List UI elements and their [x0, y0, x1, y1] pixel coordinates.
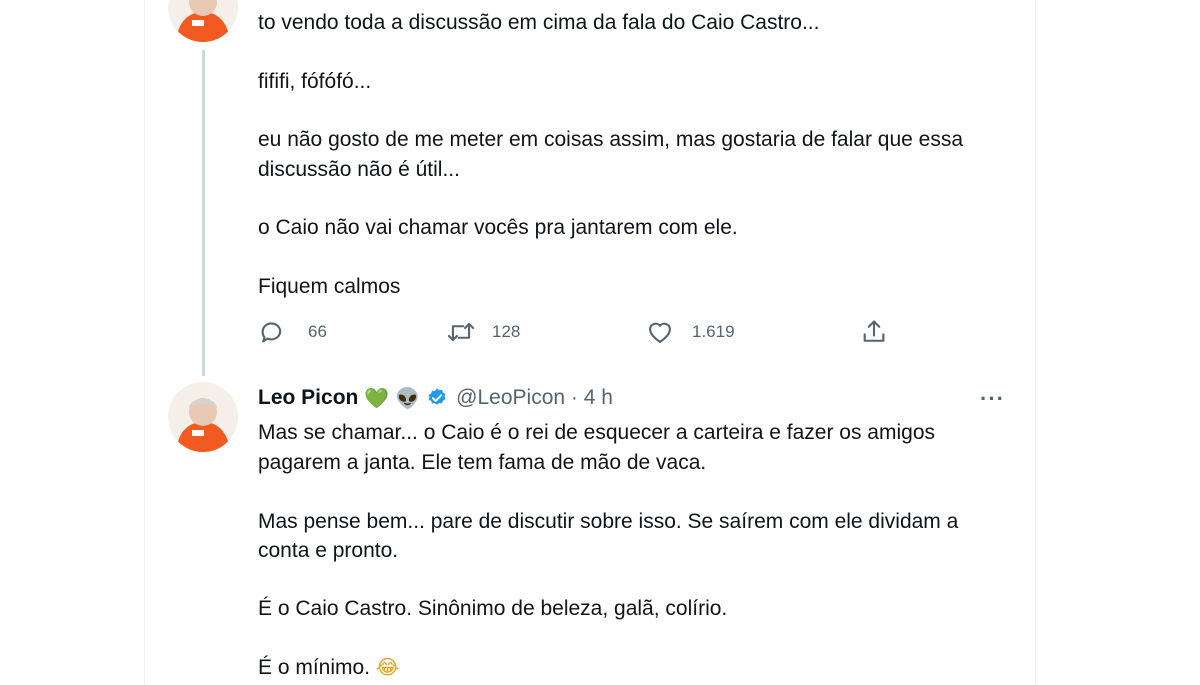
retweet-button[interactable]: 128: [446, 318, 520, 346]
retweet-count: 128: [492, 322, 521, 341]
author-avatar[interactable]: [168, 382, 238, 452]
reply-icon: [258, 318, 286, 346]
tweet-last-line: É o mínimo. 😂: [258, 653, 998, 682]
green-heart-emoji: 💚: [364, 386, 390, 410]
tweet-text-line: to vendo toda a discussão em cima da fal…: [258, 11, 820, 34]
tweet-text-line: É o mínimo.: [258, 656, 371, 679]
like-button[interactable]: 1.619: [646, 318, 735, 346]
thread-connector: [202, 50, 205, 376]
tweet-text-line: É o Caio Castro. Sinônimo de beleza, gal…: [258, 597, 728, 620]
more-options-icon[interactable]: ···: [980, 386, 1005, 412]
display-name[interactable]: Leo Picon: [258, 386, 358, 410]
tweet-header: Leo Picon 💚 👽 @LeoPicon · 4 h: [258, 383, 613, 413]
retweet-icon: [446, 318, 476, 346]
tweet-text-line: discussão não é útil...: [258, 158, 460, 181]
tweet-text-line: Mas se chamar... o Caio é o rei de esque…: [258, 421, 935, 444]
tweet-text-line: conta e pronto.: [258, 539, 399, 562]
handle-timestamp[interactable]: @LeoPicon · 4 h: [456, 386, 613, 410]
heart-icon: [646, 318, 674, 346]
tweet-text-line: Mas pense bem... pare de discutir sobre …: [258, 510, 959, 533]
verified-badge-icon: [426, 387, 448, 409]
reply-button[interactable]: 66: [258, 318, 327, 346]
like-count: 1.619: [692, 322, 735, 341]
tweet-text-line: pagarem a janta. Ele tem fama de mão de …: [258, 451, 707, 474]
laughing-emoji: 😂: [375, 655, 400, 679]
tweet-text-line: fififi, fófófó...: [258, 70, 372, 93]
reply-count: 66: [308, 322, 327, 341]
share-button[interactable]: [860, 318, 888, 346]
alien-emoji: 👽: [395, 386, 421, 410]
tweet-text-line: Fiquem calmos: [258, 275, 401, 298]
share-icon: [860, 318, 888, 346]
tweet-text-line: eu não gosto de me meter em coisas assim…: [258, 128, 964, 151]
tweet-text-line: o Caio não vai chamar vocês pra jantarem…: [258, 216, 738, 239]
